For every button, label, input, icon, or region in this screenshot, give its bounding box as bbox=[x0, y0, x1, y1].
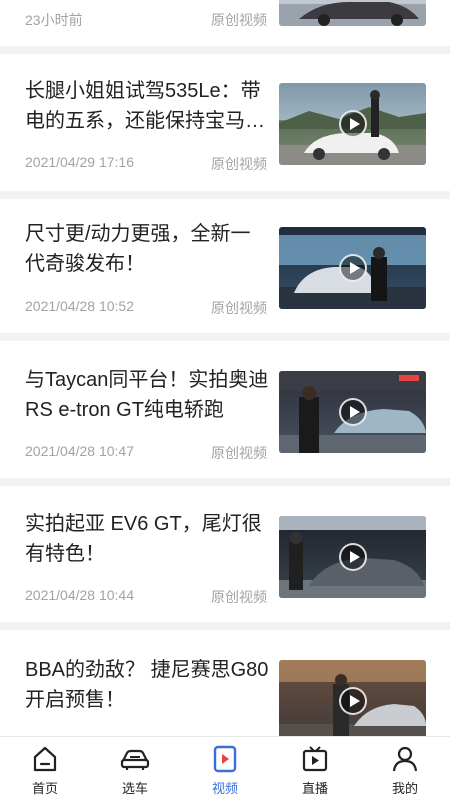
video-tag: 原创视频 bbox=[211, 445, 267, 461]
tab-label: 我的 bbox=[391, 781, 418, 796]
home-icon bbox=[33, 746, 57, 772]
video-thumbnail[interactable] bbox=[279, 660, 426, 736]
video-title[interactable]: 长腿小姐姐试驾535Le：带电的五系，还能保持宝马… bbox=[25, 76, 270, 136]
publish-time: 2021/04/28 10:52 bbox=[25, 298, 134, 314]
video-thumbnail[interactable] bbox=[279, 371, 426, 453]
tab-select-car[interactable]: 选车 bbox=[90, 737, 180, 801]
video-meta: 2021/04/29 17:16 原创视频 bbox=[25, 154, 270, 172]
video-meta: 2021/04/28 10:44 原创视频 bbox=[25, 587, 270, 605]
play-icon[interactable] bbox=[339, 398, 367, 426]
car-thumbnail-image bbox=[279, 2, 426, 26]
live-tv-icon bbox=[302, 746, 328, 772]
video-title[interactable]: 与Taycan同平台！实拍奥迪RS e-tron GT纯电轿跑 bbox=[25, 365, 270, 425]
video-card[interactable]: 尺寸更/动力更强，全新一代奇骏发布！ 2021/04/28 10:52 原创视频 bbox=[0, 199, 450, 333]
tab-label: 首页 bbox=[31, 781, 58, 796]
profile-icon bbox=[392, 746, 418, 772]
video-thumbnail[interactable] bbox=[279, 0, 426, 26]
video-thumbnail[interactable] bbox=[279, 227, 426, 309]
play-icon[interactable] bbox=[339, 110, 367, 138]
video-title[interactable]: 尺寸更/动力更强，全新一代奇骏发布！ bbox=[25, 219, 270, 279]
video-title[interactable]: 实拍起亚 EV6 GT，尾灯很有特色！ bbox=[25, 509, 270, 569]
tab-label: 视频 bbox=[211, 781, 238, 796]
video-tag: 原创视频 bbox=[211, 589, 267, 605]
video-icon bbox=[213, 745, 237, 773]
car-icon bbox=[120, 749, 150, 770]
publish-time: 2021/04/28 10:44 bbox=[25, 587, 134, 603]
video-thumbnail[interactable] bbox=[279, 83, 426, 165]
publish-time: 2021/04/28 10:47 bbox=[25, 443, 134, 459]
divider bbox=[0, 622, 450, 630]
video-feed[interactable]: 23小时前 原创视频 长腿小姐姐试驾535Le：带电的五系，还能保持宝马… 20… bbox=[0, 0, 450, 736]
tab-live[interactable]: 直播 bbox=[270, 737, 360, 801]
video-meta: 23小时前 原创视频 bbox=[25, 10, 270, 28]
video-card[interactable]: 与Taycan同平台！实拍奥迪RS e-tron GT纯电轿跑 2021/04/… bbox=[0, 341, 450, 478]
video-thumbnail[interactable] bbox=[279, 516, 426, 598]
divider bbox=[0, 478, 450, 486]
tab-video[interactable]: 视频 bbox=[180, 737, 270, 801]
divider bbox=[0, 191, 450, 199]
video-card[interactable]: BBA的劲敌？ 捷尼赛思G80开启预售！ bbox=[0, 630, 450, 736]
video-card[interactable]: 长腿小姐姐试驾535Le：带电的五系，还能保持宝马… 2021/04/29 17… bbox=[0, 54, 450, 191]
video-card[interactable]: 实拍起亚 EV6 GT，尾灯很有特色！ 2021/04/28 10:44 原创视… bbox=[0, 486, 450, 622]
play-icon[interactable] bbox=[339, 254, 367, 282]
tab-label: 直播 bbox=[301, 781, 328, 796]
tab-profile[interactable]: 我的 bbox=[360, 737, 450, 801]
publish-time: 2021/04/29 17:16 bbox=[25, 154, 134, 170]
video-meta: 2021/04/28 10:52 原创视频 bbox=[25, 298, 270, 316]
tab-label: 选车 bbox=[121, 781, 148, 796]
divider bbox=[0, 333, 450, 341]
video-card[interactable]: 23小时前 原创视频 bbox=[0, 0, 450, 46]
play-icon[interactable] bbox=[339, 543, 367, 571]
video-tag: 原创视频 bbox=[211, 156, 267, 172]
play-icon[interactable] bbox=[339, 687, 367, 715]
bottom-tab-bar: 首页 选车 视频 直播 我的 bbox=[0, 736, 450, 800]
video-meta: 2021/04/28 10:47 原创视频 bbox=[25, 443, 270, 461]
video-tag: 原创视频 bbox=[211, 12, 267, 28]
video-tag: 原创视频 bbox=[211, 300, 267, 316]
video-title[interactable]: BBA的劲敌？ 捷尼赛思G80开启预售！ bbox=[25, 655, 270, 715]
tab-home[interactable]: 首页 bbox=[0, 737, 90, 801]
publish-time: 23小时前 bbox=[25, 12, 83, 28]
divider bbox=[0, 46, 450, 54]
